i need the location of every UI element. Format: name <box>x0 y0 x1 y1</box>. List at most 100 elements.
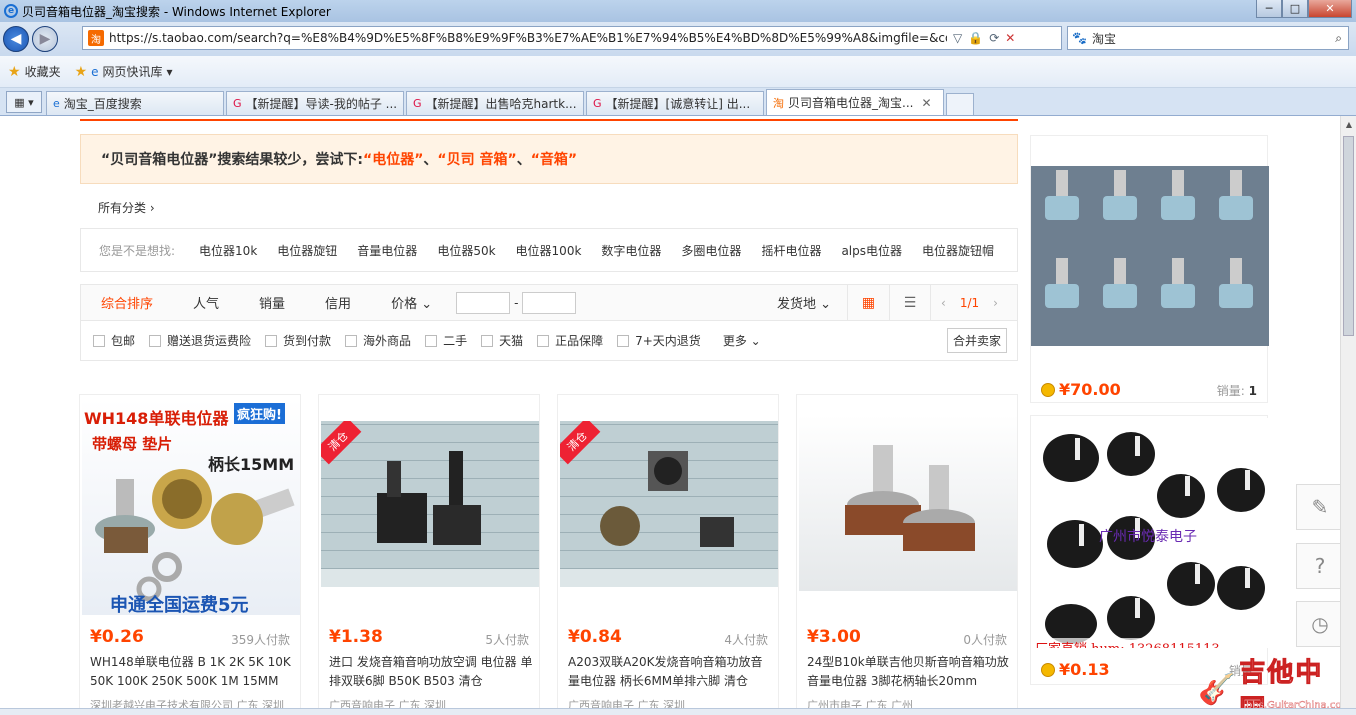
filter-label: 二手 <box>443 334 468 348</box>
filter-overseas[interactable]: 海外商品 <box>345 332 411 349</box>
product-card[interactable]: ¥3.00 0人付款 24型B10k单联吉他贝斯音响音箱功放音量电位器 3脚花柄… <box>796 394 1018 715</box>
product-image[interactable]: WH148单联电位器 疯狂购! 带螺母 垫片 柄长15MM 申通全国运费5元 <box>82 399 300 615</box>
checkbox-icon[interactable] <box>149 334 162 347</box>
search-provider-text[interactable]: 淘宝 <box>1092 30 1116 47</box>
filter-return-insurance[interactable]: 赠送退货运费险 <box>149 332 251 349</box>
compat-view-icon[interactable]: ▽ <box>953 31 962 45</box>
price-dash: - <box>514 295 519 310</box>
related-link[interactable]: 电位器50k <box>437 242 495 259</box>
related-link[interactable]: 音量电位器 <box>357 242 417 259</box>
product-card[interactable]: WH148单联电位器 疯狂购! 带螺母 垫片 柄长15MM 申通全国运费5元 ¥… <box>79 394 301 715</box>
all-categories-link[interactable]: 所有分类 › <box>98 199 155 216</box>
product-title[interactable]: A203双联A20K发烧音响音箱功放音量电位器 柄长6MM单排六脚 清仓 <box>568 653 772 691</box>
tab-baidu[interactable]: e 淘宝_百度搜索 <box>46 91 224 115</box>
scroll-up-icon[interactable]: ▲ <box>1341 116 1356 132</box>
product-title[interactable]: 进口 发烧音箱音响功放空调 电位器 单排双联6脚 B50K B503 清仓 <box>329 653 533 691</box>
tab-forum-1[interactable]: G 【新提醒】导读-我的帖子 ... <box>226 91 404 115</box>
related-link[interactable]: 电位器旋钮 <box>277 242 337 259</box>
related-link[interactable]: 多圈电位器 <box>681 242 741 259</box>
side-ad-card[interactable]: ¥70.00 销量: 1 <box>1030 135 1269 403</box>
history-button[interactable]: ◷ <box>1296 601 1340 647</box>
next-page-icon[interactable]: › <box>993 296 998 310</box>
new-tab-button[interactable] <box>946 93 974 115</box>
related-link[interactable]: 电位器100k <box>516 242 582 259</box>
refresh-icon[interactable]: ⟳ <box>989 31 999 45</box>
list-view-icon[interactable]: ☰ <box>889 285 931 320</box>
side-ad-image[interactable]: 广州市悦泰电子 厂家直销 hum: 13268115113 <box>1031 418 1269 648</box>
sort-default[interactable]: 综合排序 <box>81 293 173 312</box>
product-image[interactable] <box>799 415 1017 591</box>
product-paid-count: 359人付款 <box>231 633 290 647</box>
help-button[interactable]: ? <box>1296 543 1340 589</box>
forward-button[interactable]: ▶ <box>32 26 58 52</box>
stop-icon[interactable]: ✕ <box>1005 31 1015 45</box>
tab-forum-3[interactable]: G 【新提醒】[诚意转让] 出... <box>586 91 764 115</box>
filter-genuine[interactable]: 正品保障 <box>537 332 603 349</box>
minimize-button[interactable]: ─ <box>1256 0 1282 18</box>
merge-sellers-button[interactable]: 合并卖家 <box>946 328 1007 353</box>
sort-price[interactable]: 价格 ⌄ <box>371 293 452 312</box>
maximize-button[interactable]: □ <box>1282 0 1308 18</box>
related-link[interactable]: 电位器10k <box>199 242 257 259</box>
url-text[interactable]: https://s.taobao.com/search?q=%E8%B4%9D%… <box>109 31 947 45</box>
product-card[interactable]: 清仓 ¥1.38 5人付款 进口 发烧音箱音响功放空调 电位器 单排双联6脚 B… <box>318 394 540 715</box>
quicklib-button[interactable]: ★ e 网页快讯库 ▾ <box>75 63 173 80</box>
related-link[interactable]: alps电位器 <box>841 242 902 259</box>
filter-free-shipping[interactable]: 包邮 <box>93 332 135 349</box>
tab-taobao-search[interactable]: 淘贝司音箱电位器_淘宝... ✕ <box>766 89 944 115</box>
product-title[interactable]: WH148单联电位器 B 1K 2K 5K 10K 50K 100K 250K … <box>90 653 294 691</box>
feedback-button[interactable]: ✎ <box>1296 484 1340 530</box>
side-ad-sales: 销量: 1 <box>1217 382 1257 399</box>
filter-label: 海外商品 <box>363 334 412 348</box>
close-tab-icon[interactable]: ✕ <box>921 96 931 110</box>
checkbox-icon[interactable] <box>265 334 278 347</box>
search-icon[interactable]: ⌕ <box>1335 31 1342 46</box>
related-link[interactable]: 数字电位器 <box>601 242 661 259</box>
suggestion-link[interactable]: “音箱” <box>531 149 577 169</box>
product-card[interactable]: 清仓 ¥0.84 4人付款 A203双联A20K发烧音响音箱功放音量电位器 柄长… <box>557 394 779 715</box>
price-min-input[interactable] <box>456 291 511 314</box>
side-ad-image[interactable] <box>1031 166 1269 346</box>
suggestion-link[interactable]: “贝司 音箱” <box>437 149 516 169</box>
filter-second-hand[interactable]: 二手 <box>425 332 467 349</box>
potentiometer-photo <box>845 445 975 551</box>
back-button[interactable]: ◀ <box>3 26 29 52</box>
grid-view-icon[interactable]: ▦ <box>847 285 889 320</box>
price-max-input[interactable] <box>522 291 577 314</box>
quick-tabs-button[interactable]: ▦ ▾ <box>6 91 42 113</box>
vertical-scrollbar[interactable]: ▲ <box>1340 116 1356 715</box>
ship-from-dropdown[interactable]: 发货地 ⌄ <box>777 293 831 312</box>
sort-popularity[interactable]: 人气 <box>173 293 239 312</box>
search-box[interactable]: 🐾 淘宝 ⌕ <box>1067 26 1349 50</box>
product-image[interactable]: 清仓 <box>321 421 539 587</box>
checkbox-icon[interactable] <box>617 334 630 347</box>
filter-tmall[interactable]: 天猫 <box>481 332 523 349</box>
product-image[interactable]: 清仓 <box>560 421 778 587</box>
sort-sales[interactable]: 销量 <box>239 293 305 312</box>
more-filters-button[interactable]: 更多 ⌄ <box>723 332 761 349</box>
tab-icon: e <box>53 97 60 110</box>
checkbox-icon[interactable] <box>345 334 358 347</box>
sort-credit[interactable]: 信用 <box>305 293 371 312</box>
favorites-button[interactable]: ★ 收藏夹 <box>8 63 61 80</box>
lock-icon[interactable]: 🔒 <box>968 31 983 45</box>
scroll-thumb[interactable] <box>1343 136 1354 336</box>
status-bar <box>0 708 1356 715</box>
dropdown-icon: ▾ <box>166 64 173 79</box>
tab-forum-2[interactable]: G 【新提醒】出售哈克hartk... <box>406 91 584 115</box>
prev-page-icon[interactable]: ‹ <box>941 296 946 310</box>
product-title[interactable]: 24型B10k单联吉他贝斯音响音箱功放音量电位器 3脚花柄轴长20mm <box>807 653 1011 691</box>
checkbox-icon[interactable] <box>93 334 105 347</box>
address-bar[interactable]: 淘 https://s.taobao.com/search?q=%E8%B4%9… <box>82 26 1062 50</box>
checkbox-icon[interactable] <box>481 334 494 347</box>
close-window-button[interactable]: ✕ <box>1308 0 1352 18</box>
filter-7day-return[interactable]: 7+天内退货 <box>617 332 701 349</box>
side-ad-card[interactable]: 广州市悦泰电子 厂家直销 hum: 13268115113 ¥0.13 销量: <box>1030 415 1269 685</box>
notice-text: “贝司音箱电位器”搜索结果较少，尝试下: <box>101 152 363 168</box>
checkbox-icon[interactable] <box>425 334 438 347</box>
checkbox-icon[interactable] <box>537 334 550 347</box>
suggestion-link[interactable]: “电位器” <box>363 149 423 169</box>
related-link[interactable]: 电位器旋钮帽 <box>922 242 994 259</box>
related-link[interactable]: 摇杆电位器 <box>761 242 821 259</box>
filter-cod[interactable]: 货到付款 <box>265 332 331 349</box>
